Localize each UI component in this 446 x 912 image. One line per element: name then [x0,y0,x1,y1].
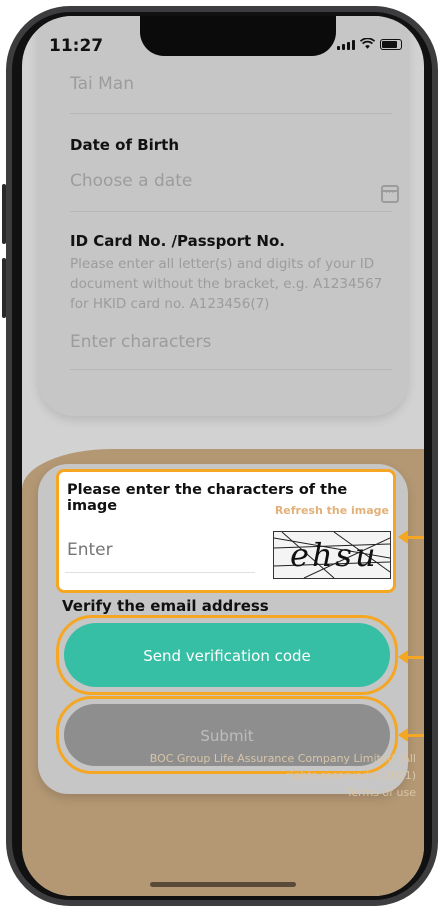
phone-side-button [2,184,6,244]
captcha-input-underline [65,572,255,573]
id-hint: Please enter all letter(s) and digits of… [70,256,383,312]
refresh-captcha-link[interactable]: Refresh the image [275,504,389,517]
dob-placeholder: Choose a date [70,171,193,191]
verify-email-label: Verify the email address [62,597,269,615]
send-verification-code-button[interactable]: Send verification code [64,623,390,687]
terms-of-use-link[interactable]: Terms of use [116,784,416,801]
home-indicator [150,882,296,887]
annotation-arrow [398,530,424,544]
field-divider [70,369,392,370]
id-placeholder: Enter characters [70,332,212,352]
captcha-image: ehsu [273,531,391,579]
dob-field[interactable]: Choose a date [70,171,392,205]
calendar-icon[interactable] [381,185,399,203]
annotation-arrow [398,650,424,664]
phone-side-button [2,258,6,318]
phone-notch [140,16,336,56]
app-screen: 11:27 Tai Man Date of Birth Choose a dat… [22,16,424,896]
annotation-arrow [398,728,424,742]
footer: BOC Group Life Assurance Company Limited… [116,750,416,801]
captcha-input[interactable] [65,534,229,566]
dob-label: Date of Birth [70,136,180,154]
id-field[interactable]: Enter characters [70,332,392,366]
field-divider [70,113,392,114]
status-icons [337,38,402,50]
name-field[interactable]: Tai Man [70,74,134,94]
name-value: Tai Man [70,74,134,94]
captcha-section: Please enter the characters of the image… [56,469,396,593]
status-time: 11:27 [49,36,104,56]
wifi-icon [360,38,375,49]
signal-icon [337,40,355,50]
id-label: ID Card No. /Passport No. [70,232,285,250]
copyright-text: BOC Group Life Assurance Company Limited… [149,752,416,782]
battery-icon [380,39,402,50]
field-divider [70,211,392,212]
captcha-text: ehsu [290,536,379,574]
